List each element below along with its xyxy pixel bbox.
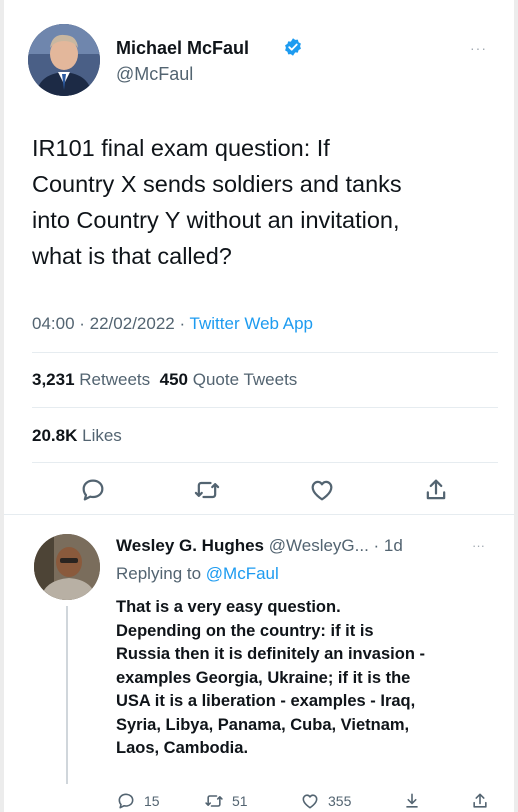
- reply-text-line: Syria, Libya, Panama, Cuba, Vietnam,: [116, 715, 410, 734]
- tweet-actions: [4, 476, 514, 508]
- reply-actions: 15 51 355: [4, 790, 514, 812]
- reply-text-line: Laos, Cambodia.: [116, 739, 249, 757]
- reply-count: 15: [144, 793, 160, 809]
- reply-like-button[interactable]: 355: [300, 790, 351, 812]
- retweets-label[interactable]: Retweets: [79, 370, 150, 389]
- like-icon: [302, 794, 318, 809]
- divider: [32, 352, 498, 353]
- tweet-text: IR101 final exam question: If Country X …: [32, 130, 502, 274]
- author-name[interactable]: Michael McFaul: [116, 38, 249, 59]
- retweet-icon: [205, 795, 223, 807]
- tweet-text-line: IR101 final exam question: If: [32, 135, 330, 161]
- reply-avatar[interactable]: [34, 534, 100, 600]
- reply-more-options-icon[interactable]: ···: [472, 538, 485, 553]
- retweet-icon[interactable]: [193, 476, 221, 504]
- retweet-stats: 3,231 Retweets 450 Quote Tweets: [32, 370, 297, 390]
- reply-text: That is a very easy question. Depending …: [116, 596, 508, 761]
- quote-tweets-label[interactable]: Quote Tweets: [193, 370, 298, 389]
- verified-badge-icon: [285, 38, 301, 56]
- replying-prefix: Replying to: [116, 564, 206, 583]
- like-count: 355: [328, 793, 352, 809]
- tweet-timestamp: 04:00 · 22/02/2022 · Twitter Web App: [32, 314, 313, 334]
- thread-line: [66, 606, 68, 784]
- replying-to: Replying to @McFaul: [116, 564, 279, 584]
- tweet-card: Michael McFaul @McFaul ··· IR101 final e…: [4, 0, 514, 812]
- reply-reply-button[interactable]: 15: [116, 790, 160, 812]
- reply-author: Wesley G. Hughes @WesleyG... · 1d: [116, 536, 403, 556]
- tweet-text-line: into Country Y without an invitation,: [32, 207, 400, 233]
- reply-text-line: That is a very easy question.: [116, 598, 341, 616]
- author-handle[interactable]: @McFaul: [116, 64, 193, 85]
- reply-icon: [118, 793, 134, 809]
- reply-text-line: Depending on the country: if it is: [116, 621, 374, 640]
- quote-tweets-count: 450: [159, 370, 188, 389]
- likes-count: 20.8K: [32, 426, 78, 445]
- reply-text-line: USA it is a liberation - examples - Iraq…: [116, 692, 416, 710]
- likes-label[interactable]: Likes: [82, 426, 122, 445]
- tweet-source-link[interactable]: Twitter Web App: [190, 314, 313, 333]
- reply-handle-time[interactable]: @WesleyG... · 1d: [264, 536, 403, 555]
- retweets-count: 3,231: [32, 370, 75, 389]
- more-options-icon[interactable]: ···: [470, 40, 487, 56]
- likes-stats: 20.8K Likes: [32, 426, 122, 446]
- divider: [4, 514, 514, 515]
- main-tweet-header: Michael McFaul @McFaul ···: [4, 0, 514, 110]
- reply-author-name[interactable]: Wesley G. Hughes: [116, 536, 264, 555]
- replying-mention[interactable]: @McFaul: [206, 564, 279, 583]
- reply-text-line: Russia then it is definitely an invasion…: [116, 645, 425, 663]
- tweet-time[interactable]: 04:00 · 22/02/2022 ·: [32, 314, 190, 333]
- avatar[interactable]: [28, 24, 100, 96]
- download-icon: [406, 793, 418, 808]
- divider: [32, 407, 498, 408]
- tweet-text-line: Country X sends soldiers and tanks: [32, 171, 402, 197]
- reply-retweet-button[interactable]: 51: [204, 790, 248, 812]
- share-icon[interactable]: [422, 476, 450, 504]
- reply-save-button[interactable]: [402, 790, 430, 812]
- reply-text-line: examples Georgia, Ukraine; if it is the: [116, 668, 411, 687]
- share-icon: [473, 793, 487, 808]
- reply-share-button[interactable]: [470, 790, 498, 812]
- reply-icon[interactable]: [79, 476, 107, 504]
- tweet-text-line: what is that called?: [32, 243, 232, 269]
- retweet-count: 51: [232, 793, 248, 809]
- divider: [32, 462, 498, 463]
- like-icon[interactable]: [308, 476, 336, 504]
